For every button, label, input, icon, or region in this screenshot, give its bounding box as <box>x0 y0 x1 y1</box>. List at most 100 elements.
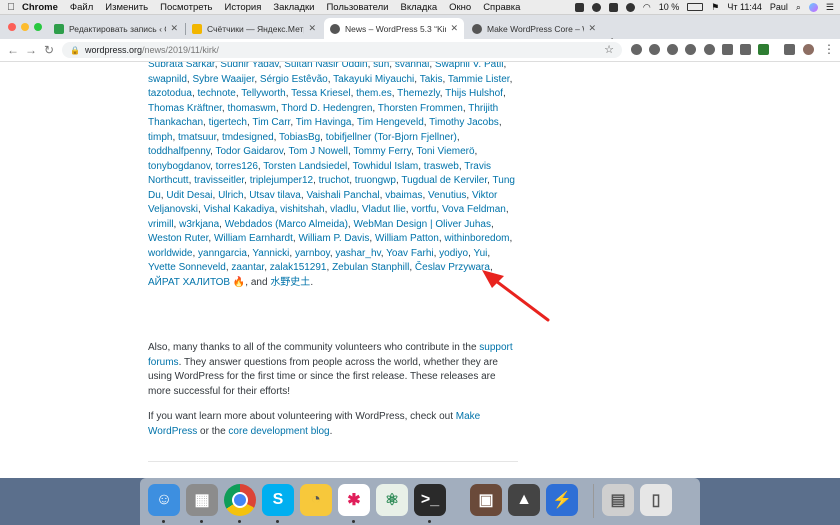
back-icon[interactable]: ← <box>4 43 22 57</box>
contributor-link[interactable]: tonybogdanov <box>148 161 210 172</box>
contributor-link[interactable]: Vova Feldman <box>442 204 506 215</box>
contributor-link[interactable]: АЙРАТ ХАЛИТОВ 🔥 <box>148 277 245 288</box>
contributor-link[interactable]: Thorsten Frommen <box>378 103 463 114</box>
contributor-link[interactable]: swapnild <box>148 74 187 85</box>
contributor-link-last[interactable]: 水野史土 <box>270 277 310 288</box>
minimize-window-icon[interactable] <box>21 23 29 31</box>
download-extension-icon[interactable] <box>758 44 769 55</box>
contributor-link[interactable]: Tim Havinga <box>296 117 352 128</box>
lock-icon[interactable]: 🔒 <box>70 46 80 55</box>
contributor-link[interactable]: Tugdual de Kerviler <box>401 175 487 186</box>
close-tab-icon[interactable]: ✕ <box>308 23 316 34</box>
contributor-link[interactable]: tazotodua <box>148 88 192 99</box>
contributor-link[interactable]: Yannicki <box>252 248 289 259</box>
contributor-link[interactable]: Udit Desai <box>166 190 212 201</box>
extension-icon[interactable] <box>740 44 751 55</box>
extension-icon[interactable] <box>685 44 696 55</box>
menu-app-name[interactable]: Chrome <box>22 2 58 13</box>
contributor-link[interactable]: Swapnil V. Patil <box>435 62 504 70</box>
battery-icon[interactable] <box>687 3 704 11</box>
contributor-link[interactable]: William Earnhardt <box>214 233 293 244</box>
dock-app-atom-icon[interactable]: ⚛ <box>376 484 408 516</box>
dock-app-bulb-icon[interactable]: ◔ <box>300 484 332 516</box>
contributor-link[interactable]: vishitshah <box>280 204 324 215</box>
contributor-link[interactable]: Zebulan Stanphill <box>332 262 409 273</box>
contributor-link[interactable]: Thomas Kräftner <box>148 103 222 114</box>
contributor-link[interactable]: tobifjellner (Tor-Bjorn Fjellner) <box>326 132 457 143</box>
contributor-link[interactable]: TobiasBg <box>279 132 320 143</box>
close-tab-icon[interactable]: ✕ <box>170 23 178 34</box>
chrome-menu-icon[interactable]: ⋮ <box>823 42 835 56</box>
tab-wordpress-news[interactable]: News – WordPress 5.3 “Kirk” – Ma ✕ <box>324 18 464 39</box>
contributor-link[interactable]: William Patton <box>375 233 439 244</box>
contributor-link[interactable]: tmatsuur <box>178 132 216 143</box>
zoom-window-icon[interactable] <box>34 23 42 31</box>
status-app-icon[interactable] <box>625 2 635 12</box>
contributor-link[interactable]: tmdesigned <box>222 132 274 143</box>
contributor-link[interactable]: Towhidul Islam <box>353 161 419 172</box>
profile-avatar[interactable] <box>803 44 814 55</box>
user-name[interactable]: Paul <box>770 2 788 12</box>
contributor-link[interactable]: thomaswm <box>227 103 275 114</box>
contributor-link[interactable]: technote <box>198 88 236 99</box>
contributor-link[interactable]: travisseitler <box>194 175 244 186</box>
contributor-link[interactable]: trasweb <box>424 161 459 172</box>
contributor-link[interactable]: vortfu <box>411 204 436 215</box>
battery-percent[interactable]: 10 % <box>659 2 680 12</box>
cast-icon[interactable] <box>784 44 795 55</box>
contributor-link[interactable]: Tim Carr <box>252 117 290 128</box>
contributor-link[interactable]: Yvette Sonneveld <box>148 262 226 273</box>
contributor-link[interactable]: Todor Gaidarov <box>215 146 283 157</box>
contributor-link[interactable]: Themezly <box>397 88 440 99</box>
contributor-link[interactable]: WebMan Design | Oliver Juhas <box>353 219 490 230</box>
menu-bookmarks[interactable]: Закладки <box>273 2 314 13</box>
contributor-link[interactable]: withinboredom <box>444 233 509 244</box>
contributor-link[interactable]: timph <box>148 132 172 143</box>
dock-app-chrome-icon[interactable] <box>224 484 256 516</box>
contributor-link[interactable]: Ulrich <box>218 190 244 201</box>
contributor-link[interactable]: Yoav Farhi <box>386 248 433 259</box>
forward-icon[interactable]: → <box>22 43 40 57</box>
contributor-link[interactable]: vbaimas <box>385 190 422 201</box>
menu-file[interactable]: Файл <box>70 2 93 13</box>
close-tab-icon[interactable]: ✕ <box>588 23 596 34</box>
contributor-link[interactable]: Tom J Nowell <box>289 146 348 157</box>
contributor-link[interactable]: yodiyo <box>439 248 468 259</box>
extension-icon[interactable] <box>649 44 660 55</box>
menu-people[interactable]: Пользователи <box>326 2 388 13</box>
dock-app-lightning-icon[interactable]: ⚡ <box>546 484 578 516</box>
contributor-link[interactable]: w3rkjana <box>179 219 219 230</box>
dock-app-slack-icon[interactable]: ✱ <box>338 484 370 516</box>
contributor-link[interactable]: Thord D. Hedengren <box>281 103 372 114</box>
menu-view[interactable]: Посмотреть <box>160 2 212 13</box>
contributor-link[interactable]: Tammie Lister <box>448 74 510 85</box>
menu-edit[interactable]: Изменить <box>105 2 148 13</box>
contributor-link[interactable]: Yui <box>473 248 487 259</box>
contributor-link[interactable]: Thijs Hulshof <box>445 88 503 99</box>
contributor-link[interactable]: sun <box>373 62 389 70</box>
status-app-icon[interactable] <box>608 2 618 12</box>
dock-app-terminal-icon[interactable]: >_ <box>414 484 446 516</box>
menu-window[interactable]: Окно <box>449 2 471 13</box>
address-bar[interactable]: 🔒 wordpress.org /news/2019/11/kirk/ ☆ <box>62 42 622 58</box>
contributor-link[interactable]: zalak151291 <box>270 262 327 273</box>
status-app-icon[interactable] <box>574 2 584 12</box>
contributor-link[interactable]: William P. Davis <box>298 233 369 244</box>
contributor-link[interactable]: vladlu <box>330 204 356 215</box>
extension-icon[interactable] <box>704 44 715 55</box>
contributor-link[interactable]: zaantar <box>231 262 264 273</box>
extension-icon[interactable] <box>722 44 733 55</box>
contributor-link[interactable]: yarnboy <box>295 248 330 259</box>
contributor-link[interactable]: torres126 <box>216 161 258 172</box>
contributor-link[interactable]: Tommy Ferry <box>353 146 411 157</box>
core-development-blog-link[interactable]: core development blog <box>228 426 329 437</box>
contributor-link[interactable]: Sybre Waaijer <box>192 74 254 85</box>
contributor-link[interactable]: them.es <box>356 88 392 99</box>
contributor-link[interactable]: Webdados (Marco Almeida) <box>225 219 348 230</box>
contributor-link[interactable]: yashar_hv <box>335 248 380 259</box>
contributor-link[interactable]: Sudhir Yadav <box>220 62 278 70</box>
contributor-link[interactable]: triplejumper12 <box>250 175 313 186</box>
contributor-link[interactable]: Subrata Sarkar <box>148 62 215 70</box>
contributor-link[interactable]: worldwide <box>148 248 192 259</box>
contributor-link[interactable]: vrimill <box>148 219 174 230</box>
